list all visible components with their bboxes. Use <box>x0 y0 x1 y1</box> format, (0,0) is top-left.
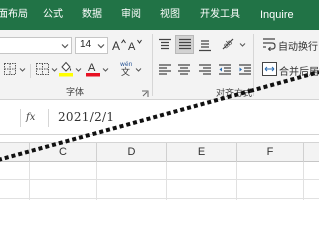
chevron-down-icon[interactable] <box>19 67 26 73</box>
merge-center-label[interactable]: 合并后居中 <box>279 63 320 78</box>
ribbon-tab-bar: 面布局 公式 数据 审阅 视图 开发工具 Inquire <box>0 0 319 30</box>
grid-line <box>166 162 167 200</box>
tab-formulas[interactable]: 公式 <box>43 0 63 30</box>
divider <box>30 64 31 78</box>
svg-text:A: A <box>88 62 96 74</box>
divider <box>20 109 21 127</box>
fill-color-icon[interactable] <box>59 60 73 77</box>
phonetic-guide-icon[interactable]: wén 文 <box>118 60 134 76</box>
wrap-text-label[interactable]: 自动换行 <box>278 38 318 53</box>
tab-review[interactable]: 审阅 <box>121 0 141 30</box>
tab-page-layout[interactable]: 面布局 <box>0 0 28 30</box>
chevron-down-icon[interactable] <box>51 67 58 73</box>
align-middle-icon <box>179 38 191 50</box>
chevron-down-icon <box>97 44 105 49</box>
divider <box>48 109 49 127</box>
tab-inquire[interactable]: Inquire <box>260 0 294 30</box>
align-bottom-icon[interactable] <box>198 38 212 52</box>
wrap-text-icon[interactable] <box>262 37 276 51</box>
align-left-icon[interactable] <box>158 63 172 77</box>
column-header-e[interactable]: E <box>167 143 237 162</box>
grid-line <box>29 162 30 200</box>
tab-view[interactable]: 视图 <box>160 0 180 30</box>
chevron-down-icon[interactable] <box>239 42 246 48</box>
grid-line <box>96 162 97 200</box>
insert-function-icon[interactable]: fx <box>26 112 35 123</box>
group-divider <box>152 34 153 96</box>
column-header-f[interactable]: F <box>237 143 304 162</box>
worksheet-grid[interactable] <box>0 162 319 200</box>
chevron-down-icon[interactable] <box>135 67 142 73</box>
svg-text:文: 文 <box>121 66 130 76</box>
font-name-combo[interactable] <box>0 37 72 54</box>
group-divider <box>253 34 254 96</box>
grid-line <box>236 162 237 200</box>
font-color-bar <box>86 73 100 77</box>
grid-line <box>0 179 319 180</box>
svg-text:A: A <box>112 39 120 52</box>
font-size-decrease-icon[interactable]: A <box>128 38 143 52</box>
alignment-group-label: 对齐方式 <box>216 89 253 99</box>
font-size-value: 14 <box>80 39 92 50</box>
align-center-icon[interactable] <box>177 63 191 77</box>
font-color-icon[interactable]: A <box>86 60 100 77</box>
formula-bar: fx 2021/2/1 <box>0 101 319 135</box>
increase-indent-icon[interactable] <box>238 63 252 77</box>
column-header-row: C D E F <box>0 142 319 162</box>
chevron-down-icon[interactable] <box>102 67 109 73</box>
dialog-launcher-icon[interactable] <box>141 90 149 98</box>
align-right-icon[interactable] <box>198 63 212 77</box>
svg-text:A: A <box>128 41 136 52</box>
ribbon: 14 A A A wén 文 字体 ab 自动换行 合并后居 对齐方式 <box>0 30 320 100</box>
text-orientation-icon[interactable]: ab <box>221 36 239 52</box>
grid-line <box>303 162 304 200</box>
font-group-label: 字体 <box>66 88 85 98</box>
align-top-icon[interactable] <box>158 38 172 52</box>
column-header-d[interactable]: D <box>97 143 167 162</box>
font-size-combo[interactable]: 14 <box>75 37 108 54</box>
cell-borders-icon[interactable] <box>36 63 49 75</box>
merge-center-icon[interactable] <box>262 62 277 76</box>
column-header-c[interactable]: C <box>30 143 97 162</box>
fill-color-bar <box>59 73 73 77</box>
borders-icon[interactable] <box>4 63 16 75</box>
grid-line <box>0 198 319 199</box>
chevron-down-icon[interactable] <box>75 67 82 73</box>
tab-data[interactable]: 数据 <box>82 0 102 30</box>
chevron-down-icon <box>61 44 69 49</box>
font-size-increase-icon[interactable]: A <box>112 38 127 52</box>
tab-developer[interactable]: 开发工具 <box>200 0 240 30</box>
svg-text:wén: wén <box>120 61 133 68</box>
decrease-indent-icon[interactable] <box>218 63 232 77</box>
select-all-corner[interactable] <box>0 143 30 162</box>
align-middle-button[interactable] <box>175 35 194 54</box>
formula-input[interactable]: 2021/2/1 <box>58 110 114 124</box>
